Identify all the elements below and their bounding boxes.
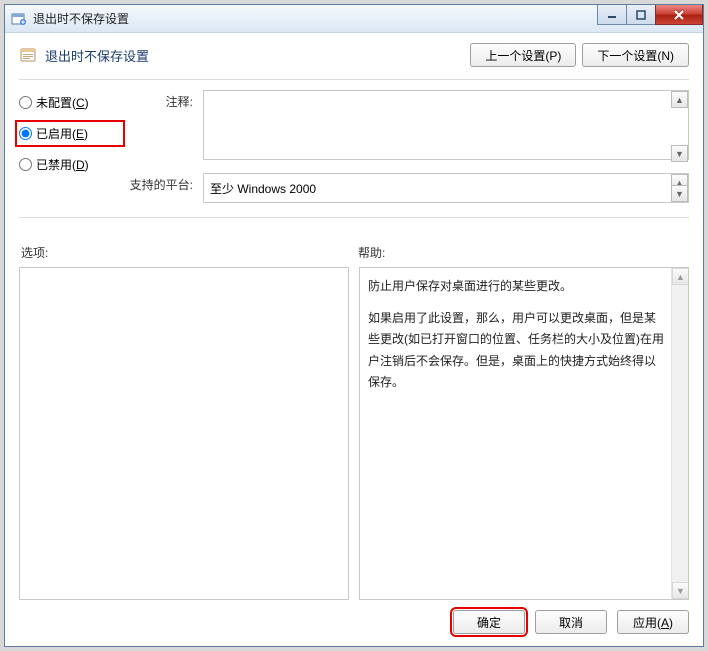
minimize-button[interactable] <box>597 5 627 25</box>
window-title: 退出时不保存设置 <box>33 10 129 27</box>
help-scroll-up-icon[interactable]: ▲ <box>672 268 689 285</box>
divider-2 <box>19 217 689 218</box>
comment-row: 注释: ▲ ▼ <box>127 90 689 163</box>
window-controls <box>598 5 703 25</box>
footer-buttons: 确定 取消 应用(A) <box>19 600 689 634</box>
app-icon <box>11 11 27 27</box>
previous-setting-button[interactable]: 上一个设置(P) <box>470 43 576 67</box>
help-label: 帮助: <box>354 244 689 261</box>
radio-group: 未配置(C) 已启用(E) 已禁用(D) <box>19 90 119 203</box>
next-setting-button[interactable]: 下一个设置(N) <box>582 43 689 67</box>
header-row: 退出时不保存设置 上一个设置(P) 下一个设置(N) <box>19 43 689 67</box>
help-scrollbar[interactable]: ▲ ▼ <box>671 268 688 599</box>
panels: 防止用户保存对桌面进行的某些更改。 如果启用了此设置，那么，用户可以更改桌面，但… <box>19 267 689 600</box>
help-line-1: 防止用户保存对桌面进行的某些更改。 <box>368 276 666 298</box>
options-content <box>20 268 348 599</box>
close-button[interactable] <box>655 5 703 25</box>
dialog-content: 退出时不保存设置 上一个设置(P) 下一个设置(N) 未配置(C) 已启用(E) <box>5 33 703 646</box>
comment-scroll-up[interactable]: ▲ <box>671 91 688 108</box>
config-row: 未配置(C) 已启用(E) 已禁用(D) 注释: <box>19 90 689 203</box>
fields-column: 注释: ▲ ▼ 支持的平台: 至少 Windows 2000 ▲ ▼ <box>127 90 689 203</box>
title-bar: 退出时不保存设置 <box>5 5 703 33</box>
help-para-2: 如果启用了此设置，那么，用户可以更改桌面，但是某些更改(如已打开窗口的位置、任务… <box>368 308 666 394</box>
platform-row: 支持的平台: 至少 Windows 2000 ▲ ▼ <box>127 173 689 203</box>
platform-value: 至少 Windows 2000 <box>203 173 689 203</box>
policy-icon <box>19 45 39 65</box>
dialog-window: 退出时不保存设置 退出时不保存设置 上一个设置(P) 下一个设置(N) <box>4 4 704 647</box>
radio-enabled-input[interactable] <box>19 127 32 140</box>
maximize-button[interactable] <box>626 5 656 25</box>
comment-scroll-down[interactable]: ▼ <box>671 145 688 162</box>
radio-not-configured[interactable]: 未配置(C) <box>19 94 119 111</box>
help-panel: 防止用户保存对桌面进行的某些更改。 如果启用了此设置，那么，用户可以更改桌面，但… <box>359 267 689 600</box>
radio-disabled[interactable]: 已禁用(D) <box>19 156 119 173</box>
ok-button[interactable]: 确定 <box>453 610 525 634</box>
radio-not-configured-input[interactable] <box>19 96 32 109</box>
apply-button[interactable]: 应用(A) <box>617 610 689 634</box>
comment-label: 注释: <box>127 90 193 110</box>
cancel-button[interactable]: 取消 <box>535 610 607 634</box>
options-label: 选项: <box>19 244 354 261</box>
panel-labels: 选项: 帮助: <box>19 244 689 261</box>
options-panel <box>19 267 349 600</box>
highlight-enabled: 已启用(E) <box>15 120 125 147</box>
radio-enabled[interactable]: 已启用(E) <box>19 125 119 142</box>
help-content: 防止用户保存对桌面进行的某些更改。 如果启用了此设置，那么，用户可以更改桌面，但… <box>360 268 688 599</box>
comment-textarea[interactable] <box>203 90 689 160</box>
policy-title: 退出时不保存设置 <box>45 46 149 65</box>
platform-scroll-down[interactable]: ▼ <box>671 185 688 202</box>
divider <box>19 79 689 80</box>
platform-label: 支持的平台: <box>127 173 193 193</box>
help-scroll-down-icon[interactable]: ▼ <box>672 582 689 599</box>
radio-disabled-input[interactable] <box>19 158 32 171</box>
